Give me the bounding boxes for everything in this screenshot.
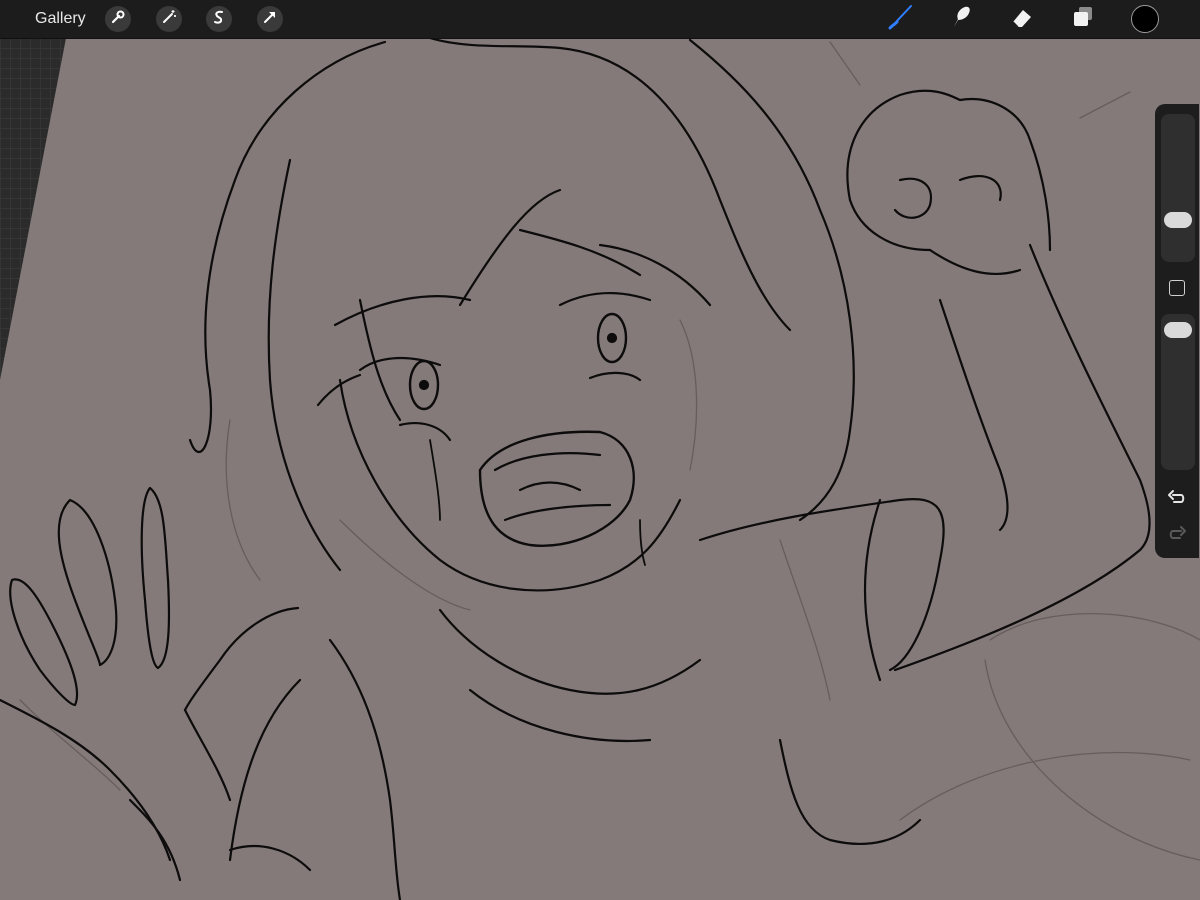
actions-button[interactable]	[105, 6, 131, 32]
magic-wand-icon	[161, 9, 177, 30]
selection-icon	[211, 9, 227, 30]
brush-size-thumb[interactable]	[1164, 211, 1192, 228]
brush-sidebar	[1155, 104, 1199, 558]
color-picker-button[interactable]	[1131, 5, 1159, 33]
smudge-tool[interactable]	[945, 4, 975, 34]
transform-arrow-icon	[262, 9, 278, 30]
brush-opacity-thumb[interactable]	[1164, 322, 1192, 339]
smudge-icon	[946, 3, 974, 36]
layers-icon	[1069, 3, 1097, 36]
top-toolbar: Gallery	[0, 0, 1200, 39]
brush-tool[interactable]	[885, 4, 915, 34]
adjustments-button[interactable]	[156, 6, 182, 32]
undo-button[interactable]	[1166, 488, 1188, 510]
eraser-icon	[1008, 3, 1036, 36]
transform-button[interactable]	[257, 6, 283, 32]
brush-opacity-slider[interactable]	[1161, 314, 1195, 470]
modify-button[interactable]	[1169, 280, 1185, 296]
redo-button[interactable]	[1166, 524, 1188, 546]
layers-button[interactable]	[1068, 4, 1098, 34]
redo-icon	[1167, 523, 1187, 548]
undo-icon	[1167, 487, 1187, 512]
brush-icon	[886, 3, 914, 36]
canvas-paper	[0, 38, 1200, 900]
wrench-icon	[110, 9, 126, 30]
brush-size-slider[interactable]	[1161, 114, 1195, 262]
gallery-button[interactable]: Gallery	[35, 9, 86, 29]
eraser-tool[interactable]	[1007, 4, 1037, 34]
selection-button[interactable]	[206, 6, 232, 32]
drawing-canvas[interactable]	[0, 38, 1200, 900]
